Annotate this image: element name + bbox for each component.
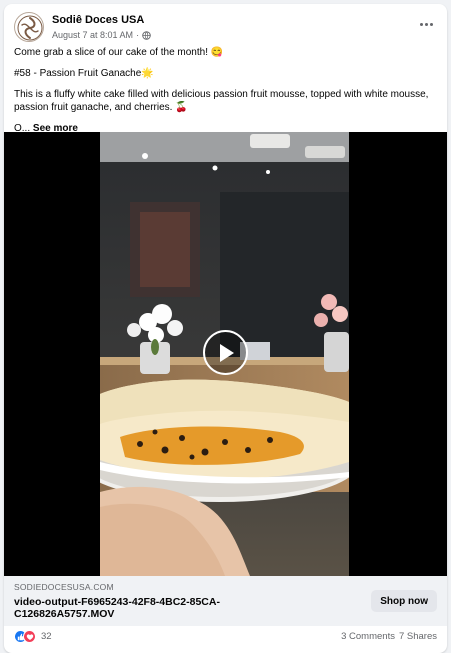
sodie-logo-icon[interactable]: [14, 12, 44, 42]
meta-separator: ·: [136, 30, 140, 40]
reaction-count[interactable]: 32: [41, 631, 52, 642]
link-domain: SODIEDOCESUSA.COM: [14, 582, 114, 592]
post-header: Sodiê Doces USA August 7 at 8:01 AM ·: [14, 12, 437, 44]
love-icon: [23, 630, 36, 643]
link-title[interactable]: video-output-F6965243-42F8-4BC2-85CA-C12…: [14, 596, 264, 620]
comments-count[interactable]: 3 Comments: [341, 631, 395, 642]
more-options-dot: [429, 22, 433, 26]
post-text: Come grab a slice of our cake of the mon…: [14, 46, 437, 143]
more-options-icon[interactable]: [415, 16, 437, 32]
play-icon[interactable]: [203, 330, 248, 375]
shop-now-button[interactable]: Shop now: [371, 590, 437, 612]
post-date[interactable]: August 7 at 8:01 AM: [52, 30, 133, 40]
more-options-dot: [419, 22, 423, 26]
video-player[interactable]: [4, 132, 447, 576]
shares-count[interactable]: 7 Shares: [399, 631, 437, 642]
post-text-line: This is a fluffy white cake filled with …: [14, 89, 429, 113]
link-preview[interactable]: SODIEDOCESUSA.COM video-output-F6965243-…: [4, 576, 447, 626]
post-footer: 32 3 Comments 7 Shares: [14, 628, 437, 646]
reactions-summary[interactable]: 32: [14, 630, 52, 643]
post-card: Sodiê Doces USA August 7 at 8:01 AM · Co…: [4, 4, 447, 653]
post-text-line: Come grab a slice of our cake of the mon…: [14, 47, 224, 58]
author-name[interactable]: Sodiê Doces USA: [52, 14, 144, 26]
more-options-dot: [424, 22, 428, 26]
globe-icon: [142, 30, 151, 40]
post-meta: August 7 at 8:01 AM ·: [52, 30, 151, 40]
engagement-stats: 3 Comments 7 Shares: [341, 631, 437, 642]
post-text-line: #58 - Passion Fruit Ganache🌟: [14, 68, 154, 79]
